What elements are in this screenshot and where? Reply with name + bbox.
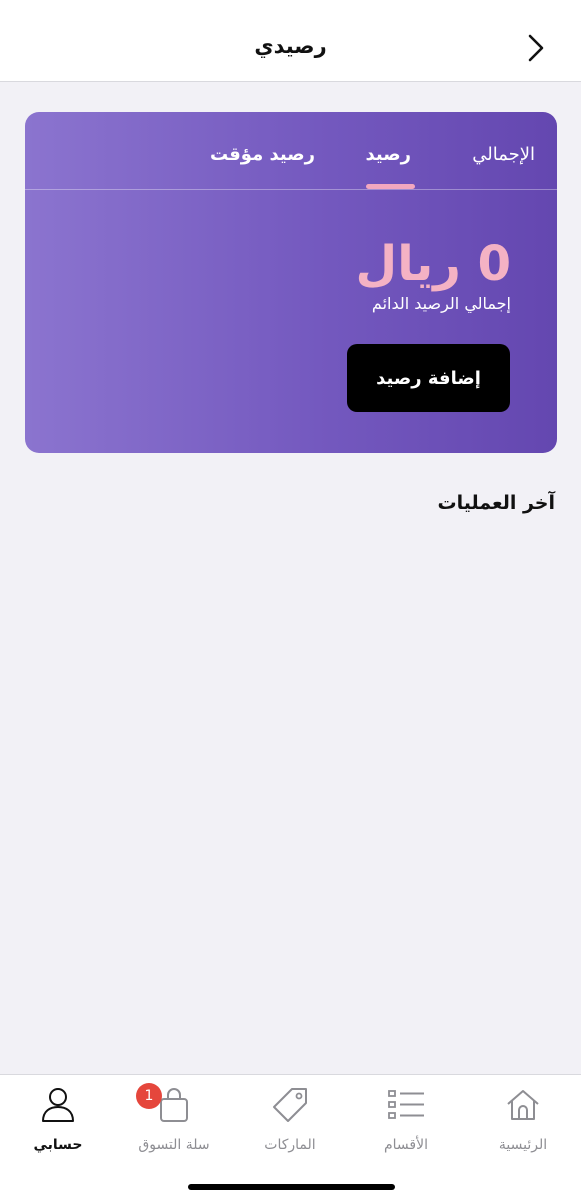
home-indicator <box>188 1184 395 1190</box>
nav-label-cart: سلة التسوق <box>138 1137 210 1153</box>
balance-card: الإجمالي رصيد رصيد مؤقت 0 ريال إجمالي ال… <box>25 112 557 453</box>
bottom-nav: الرئيسية الأقسام الماركات 1 سلة التسوق ح… <box>0 1074 581 1200</box>
nav-label-brands: الماركات <box>264 1137 316 1153</box>
list-icon <box>384 1083 428 1127</box>
recent-transactions-title: آخر العمليات <box>437 492 556 514</box>
cart-count-badge: 1 <box>136 1083 162 1109</box>
home-icon <box>501 1083 545 1127</box>
nav-label-home: الرئيسية <box>498 1137 548 1153</box>
header: رصيدي <box>0 0 581 82</box>
nav-item-account[interactable]: حسابي <box>0 1083 116 1163</box>
nav-label-categories: الأقسام <box>384 1137 428 1153</box>
tab-total[interactable]: الإجمالي <box>472 144 535 165</box>
tab-temporary-balance[interactable]: رصيد مؤقت <box>210 144 315 165</box>
nav-label-account: حسابي <box>33 1137 83 1153</box>
tag-icon <box>268 1083 312 1127</box>
nav-item-categories[interactable]: الأقسام <box>348 1083 464 1163</box>
tab-balance[interactable]: رصيد <box>365 144 411 165</box>
balance-amount-label: إجمالي الرصيد الدائم <box>371 294 511 313</box>
nav-item-home[interactable]: الرئيسية <box>465 1083 581 1163</box>
nav-item-brands[interactable]: الماركات <box>232 1083 348 1163</box>
wallet-screen: رصيدي الإجمالي رصيد رصيد مؤقت 0 ريال إجم… <box>0 0 581 1200</box>
active-tab-indicator <box>366 184 415 189</box>
chevron-right-icon <box>528 34 544 62</box>
balance-tabs: الإجمالي رصيد رصيد مؤقت <box>25 112 557 190</box>
user-icon <box>36 1083 80 1127</box>
page-title: رصيدي <box>254 34 327 58</box>
nav-item-cart[interactable]: 1 سلة التسوق <box>116 1083 232 1163</box>
balance-amount: 0 ريال <box>355 236 511 292</box>
add-balance-button[interactable]: إضافة رصيد <box>347 344 510 412</box>
back-button[interactable] <box>516 28 556 68</box>
